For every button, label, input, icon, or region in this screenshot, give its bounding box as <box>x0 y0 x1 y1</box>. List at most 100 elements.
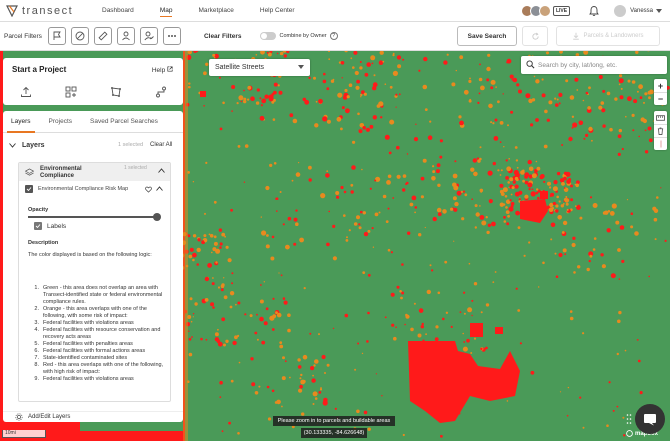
risk-area <box>282 356 285 360</box>
risk-area <box>387 248 391 252</box>
risk-area <box>554 252 557 255</box>
risk-area <box>531 188 534 190</box>
risk-area <box>189 247 194 252</box>
risk-area <box>194 302 198 306</box>
filter-button-flag[interactable] <box>47 27 66 45</box>
risk-area <box>406 153 409 155</box>
tab-saved-parcel-searches[interactable]: Saved Parcel Searches <box>90 111 158 133</box>
logo[interactable]: transect <box>6 5 86 17</box>
risk-area <box>515 159 519 162</box>
filter-button-owner[interactable] <box>116 27 135 45</box>
risk-area <box>479 215 485 220</box>
chevron-down-icon[interactable] <box>9 142 16 148</box>
map-search-input[interactable]: Search by city, lat/long, etc. <box>521 56 667 74</box>
filter-button-circle[interactable] <box>70 27 89 45</box>
map-style-select[interactable]: Satellite Streets <box>209 59 310 76</box>
risk-area <box>411 195 417 201</box>
chevron-down-icon[interactable] <box>656 9 662 13</box>
risk-area <box>343 214 346 217</box>
risk-area <box>470 167 475 172</box>
layer-checkbox[interactable] <box>25 185 33 193</box>
nav-dashboard[interactable]: Dashboard <box>102 7 134 14</box>
risk-area <box>203 71 207 76</box>
risk-area <box>358 226 362 230</box>
help-link[interactable]: Help <box>152 66 173 74</box>
risk-area <box>420 176 425 181</box>
risk-area <box>382 60 385 63</box>
risk-area <box>588 259 591 263</box>
risk-area <box>295 209 298 212</box>
risk-area <box>455 69 457 72</box>
search-placeholder: Search by city, lat/long, etc. <box>538 61 617 69</box>
layer-group-header[interactable]: Environmental Compliance 1 selected <box>19 163 170 181</box>
chevron-up-icon[interactable] <box>158 168 165 173</box>
nav-marketplace[interactable]: Marketplace <box>198 7 233 14</box>
nav-help-center[interactable]: Help Center <box>260 7 295 14</box>
measure-ruler-button[interactable] <box>654 111 667 124</box>
risk-area <box>212 53 216 57</box>
layers-section-header[interactable]: Layers 1 selected Clear All <box>3 138 183 152</box>
filter-button-person-check[interactable] <box>139 27 158 45</box>
risk-area <box>518 89 522 94</box>
risk-area <box>577 265 581 269</box>
heart-icon[interactable] <box>145 186 152 193</box>
more-filters-button[interactable] <box>162 27 181 45</box>
risk-area <box>284 360 287 363</box>
user-name[interactable]: Vanessa <box>630 8 653 14</box>
risk-area <box>320 387 322 389</box>
parcels-landowners-button[interactable]: Parcels & Landowners <box>556 26 660 46</box>
filter-button-ruler[interactable] <box>93 27 112 45</box>
zoom-in-button[interactable]: + <box>654 79 667 92</box>
clear-all-button[interactable]: Clear All <box>150 142 172 148</box>
user-avatar[interactable] <box>614 5 627 17</box>
labels-checkbox[interactable] <box>34 222 42 230</box>
refresh-button[interactable] <box>522 26 548 46</box>
risk-area <box>579 396 582 399</box>
risk-area <box>204 298 209 302</box>
delete-button[interactable] <box>654 124 667 137</box>
opacity-slider[interactable] <box>28 213 161 221</box>
drag-handle-icon[interactable] <box>626 413 632 425</box>
tab-layers[interactable]: Layers <box>7 111 34 133</box>
help-question-icon[interactable]: ? <box>329 32 338 40</box>
opacity-slider-handle[interactable] <box>153 213 161 221</box>
upload-icon[interactable] <box>20 86 32 98</box>
risk-area <box>620 87 623 90</box>
risk-area <box>556 98 559 101</box>
tab-projects[interactable]: Projects <box>49 111 72 133</box>
risk-area <box>247 98 250 101</box>
risk-area <box>422 158 427 163</box>
risk-area <box>499 121 504 125</box>
risk-area <box>431 269 434 272</box>
risk-area <box>190 320 193 323</box>
risk-area <box>256 313 258 316</box>
risk-area <box>343 190 347 194</box>
chat-button[interactable] <box>635 404 665 434</box>
chevron-up-icon[interactable] <box>156 186 163 191</box>
nav-map[interactable]: Map <box>159 7 172 17</box>
save-search-button[interactable]: Save Search <box>457 26 517 46</box>
risk-area <box>543 180 546 183</box>
risk-area <box>352 66 355 69</box>
risk-area <box>263 281 265 283</box>
risk-area <box>462 346 468 352</box>
person-check-icon <box>144 31 154 41</box>
draw-tool-button[interactable] <box>654 137 667 150</box>
combine-by-owner-toggle[interactable] <box>259 32 276 40</box>
risk-area <box>418 308 424 313</box>
parcel-grid-icon[interactable] <box>65 86 77 98</box>
risk-area <box>648 138 653 143</box>
risk-area <box>420 325 424 329</box>
risk-area <box>308 76 311 80</box>
zoom-out-button[interactable]: − <box>654 92 667 105</box>
risk-area <box>471 198 474 200</box>
risk-area <box>485 216 488 219</box>
route-icon[interactable] <box>155 86 167 98</box>
risk-area <box>360 96 362 98</box>
add-edit-layers-button[interactable]: Add/Edit Layers <box>3 411 183 422</box>
clear-filters-button[interactable]: Clear Filters <box>204 33 242 40</box>
risk-area <box>244 144 249 148</box>
live-avatars[interactable]: LIVE <box>520 5 571 17</box>
draw-shape-icon[interactable] <box>110 86 122 98</box>
bell-icon[interactable] <box>588 5 600 17</box>
